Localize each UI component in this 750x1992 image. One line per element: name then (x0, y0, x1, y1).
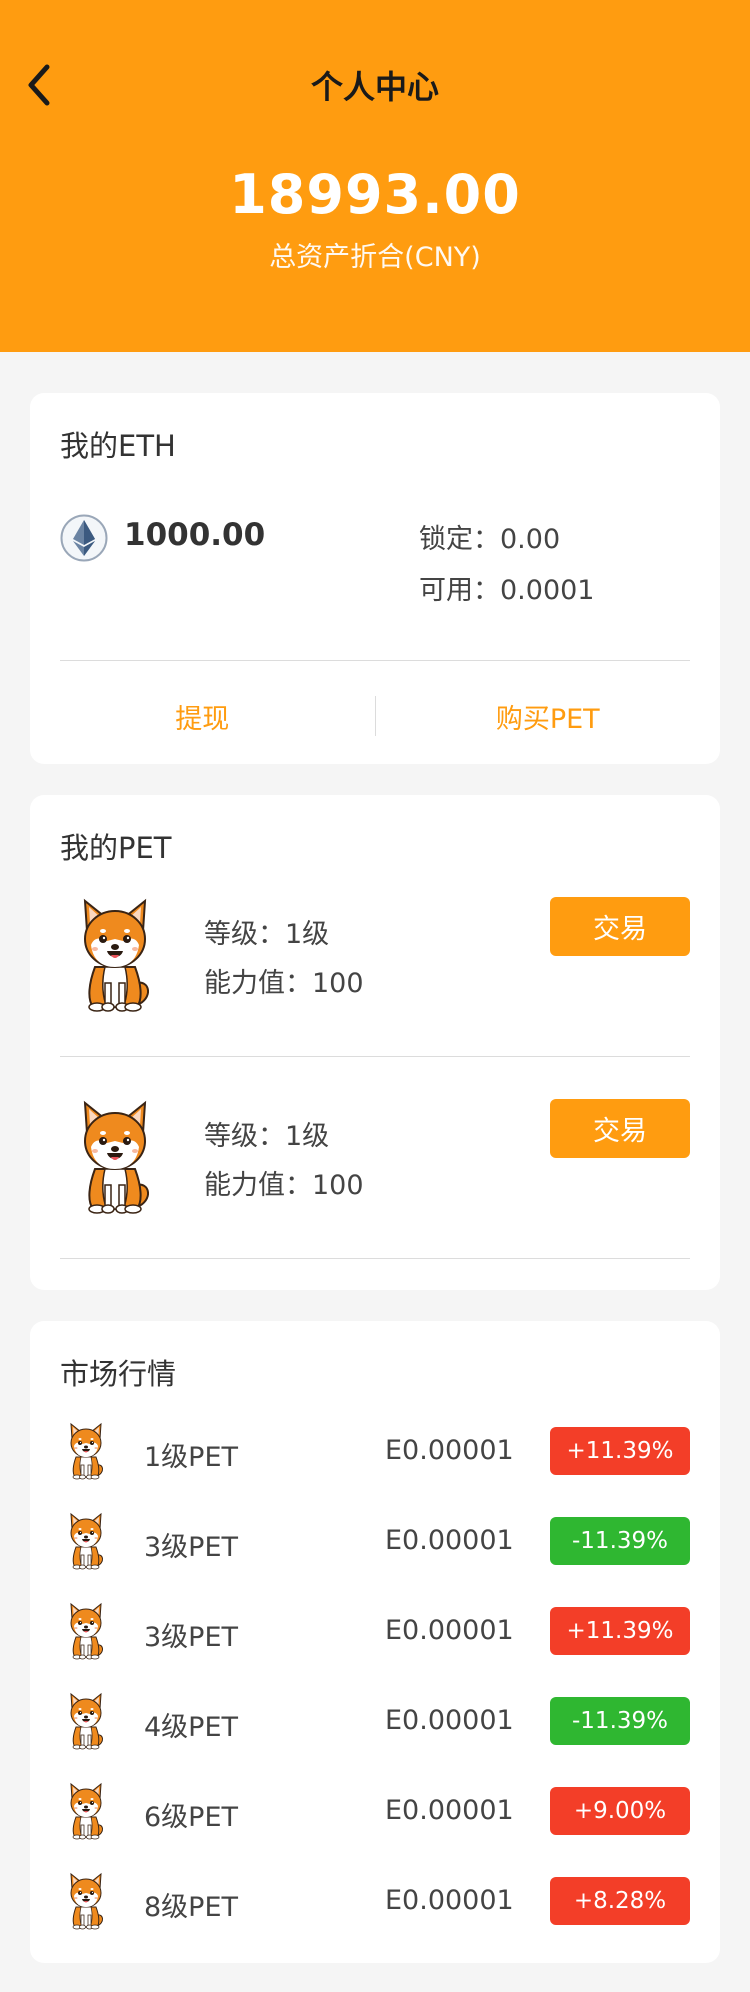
market-pet-price: E0.00001 (385, 1795, 514, 1826)
market-row[interactable]: 8级PET E0.00001 +8.28% (30, 1871, 720, 1931)
total-asset-amount: 18993.00 (229, 163, 521, 226)
shiba-pet-icon (66, 1691, 106, 1751)
market-title: 市场行情 (60, 1357, 177, 1391)
pet-item: 等级：1级 能力值：100 交易 (30, 1097, 720, 1257)
market-pet-price: E0.00001 (385, 1525, 514, 1556)
shiba-pet-icon (66, 1421, 106, 1481)
eth-actions: 提现 购买PET (30, 691, 720, 741)
my-pet-title: 我的PET (60, 831, 172, 865)
market-pet-name: 3级PET (144, 1532, 239, 1563)
divider (60, 1056, 690, 1057)
market-pet-name: 8级PET (144, 1892, 239, 1923)
shiba-pet-image (75, 895, 155, 1015)
market-pet-name: 3级PET (144, 1622, 239, 1653)
pet-item: 等级：1级 能力值：100 交易 (30, 895, 720, 1055)
market-row[interactable]: 1级PET E0.00001 +11.39% (30, 1421, 720, 1481)
divider (60, 660, 690, 661)
shiba-pet-icon (66, 1781, 106, 1841)
market-change-badge[interactable]: +9.00% (550, 1787, 690, 1835)
header: 个人中心 18993.00 总资产折合(CNY) (0, 0, 750, 352)
market-pet-price: E0.00001 (385, 1615, 514, 1646)
market-row[interactable]: 6级PET E0.00001 +9.00% (30, 1781, 720, 1841)
page-title: 个人中心 (310, 68, 439, 106)
shiba-pet-image (75, 1097, 155, 1217)
eth-available-amount: 可用：0.0001 (419, 575, 595, 606)
my-pet-card: 我的PET 等级：1级 能力值：100 交易 等级：1级 能力值：100 交易 (30, 795, 720, 1290)
pet-level: 等级：1级 (204, 1121, 330, 1152)
market-pet-price: E0.00001 (385, 1435, 514, 1466)
market-card: 市场行情 1级PET E0.00001 +11.39% 3级PET E0.000… (30, 1321, 720, 1963)
eth-locked-amount: 锁定：0.00 (419, 524, 561, 555)
eth-balance: 1000.00 (124, 517, 266, 553)
trade-button[interactable]: 交易 (550, 897, 690, 956)
market-pet-name: 6级PET (144, 1802, 239, 1833)
market-pet-price: E0.00001 (385, 1705, 514, 1736)
pet-power: 能力值：100 (204, 1170, 364, 1201)
shiba-pet-icon (66, 1511, 106, 1571)
trade-button[interactable]: 交易 (550, 1099, 690, 1158)
pet-level: 等级：1级 (204, 919, 330, 950)
ethereum-icon (60, 514, 108, 562)
market-change-badge[interactable]: +11.39% (550, 1427, 690, 1475)
eth-card-title: 我的ETH (60, 429, 176, 463)
market-pet-name: 4级PET (144, 1712, 239, 1743)
market-pet-price: E0.00001 (385, 1885, 514, 1916)
market-change-badge[interactable]: -11.39% (550, 1697, 690, 1745)
market-change-badge[interactable]: -11.39% (550, 1517, 690, 1565)
market-row[interactable]: 3级PET E0.00001 +11.39% (30, 1601, 720, 1661)
market-pet-name: 1级PET (144, 1442, 239, 1473)
shiba-pet-icon (66, 1871, 106, 1931)
divider (60, 1258, 690, 1259)
shiba-pet-icon (66, 1601, 106, 1661)
eth-card: 我的ETH 1000.00 锁定：0.00 可用：0.0001 提现 购买PET (30, 393, 720, 764)
market-change-badge[interactable]: +11.39% (550, 1607, 690, 1655)
pet-power: 能力值：100 (204, 968, 364, 999)
total-asset-label: 总资产折合(CNY) (269, 242, 481, 273)
market-row[interactable]: 3级PET E0.00001 -11.39% (30, 1511, 720, 1571)
market-change-badge[interactable]: +8.28% (550, 1877, 690, 1925)
withdraw-button[interactable]: 提现 (30, 691, 375, 741)
market-row[interactable]: 4级PET E0.00001 -11.39% (30, 1691, 720, 1751)
buy-pet-button[interactable]: 购买PET (376, 691, 721, 741)
